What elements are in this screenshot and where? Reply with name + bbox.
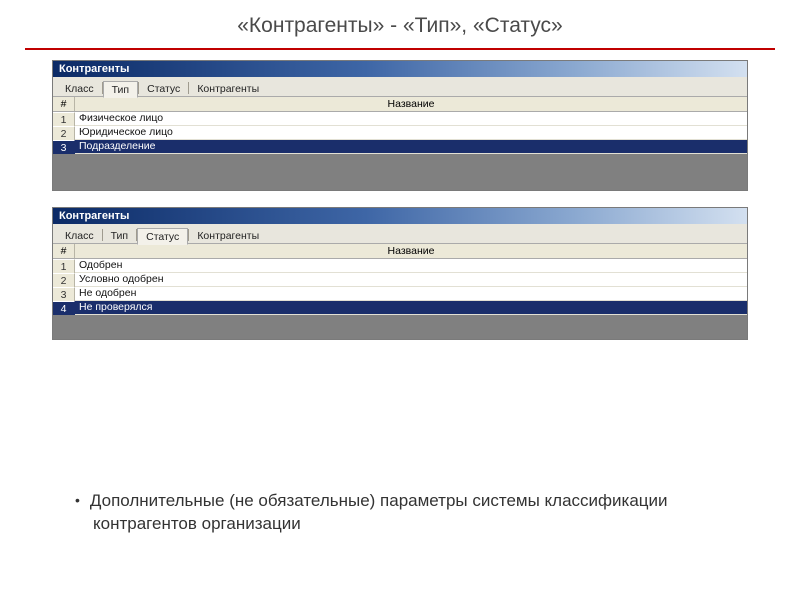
bullet-text: Дополнительные (не обязательные) парамет… [75,490,740,536]
tab-тип[interactable]: Тип [103,228,137,243]
row-index: 2 [53,273,75,287]
col-index: # [53,244,75,258]
table-row[interactable]: 1Физическое лицо [53,112,747,126]
slide-title: «Контрагенты» - «Тип», «Статус» [0,0,800,48]
col-index: # [53,97,75,111]
row-index: 3 [53,140,75,154]
table-row[interactable]: 3Подразделение [53,140,747,154]
tab-тип[interactable]: Тип [103,81,139,98]
row-name: Физическое лицо [75,112,747,126]
row-name: Подразделение [75,140,747,154]
table-row[interactable]: 3Не одобрен [53,287,747,301]
col-name: Название [75,97,747,111]
row-name: Юридическое лицо [75,126,747,140]
row-name: Не проверялся [75,301,747,315]
table-row[interactable]: 2Юридическое лицо [53,126,747,140]
grid-header: #Название [53,244,747,259]
row-index: 3 [53,287,75,301]
grid-body: 1Одобрен2Условно одобрен3Не одобрен4Не п… [53,259,747,315]
panel: КонтрагентыКлассТипСтатусКонтрагенты#Наз… [52,207,748,340]
grid-header: #Название [53,97,747,112]
tab-статус[interactable]: Статус [137,228,188,245]
grid-body: 1Физическое лицо2Юридическое лицо3Подраз… [53,112,747,154]
row-name: Одобрен [75,259,747,273]
tab-bar: КлассТипСтатусКонтрагенты [53,77,747,97]
grid-empty-area [53,315,747,339]
tab-контрагенты[interactable]: Контрагенты [189,81,267,96]
row-index: 4 [53,301,75,315]
tab-класс[interactable]: Класс [57,81,102,96]
row-index: 1 [53,259,75,273]
tab-bar: КлассТипСтатусКонтрагенты [53,224,747,244]
table-row[interactable]: 4Не проверялся [53,301,747,315]
panel-title: Контрагенты [53,61,747,77]
row-index: 1 [53,112,75,126]
tab-класс[interactable]: Класс [57,228,102,243]
panel: КонтрагентыКлассТипСтатусКонтрагенты#Наз… [52,60,748,191]
divider [25,48,775,50]
grid-empty-area [53,154,747,190]
tab-контрагенты[interactable]: Контрагенты [189,228,267,243]
tab-статус[interactable]: Статус [139,81,188,96]
table-row[interactable]: 2Условно одобрен [53,273,747,287]
table-row[interactable]: 1Одобрен [53,259,747,273]
col-name: Название [75,244,747,258]
panel-title: Контрагенты [53,208,747,224]
row-name: Условно одобрен [75,273,747,287]
slide-notes: Дополнительные (не обязательные) парамет… [75,490,740,536]
row-name: Не одобрен [75,287,747,301]
row-index: 2 [53,126,75,140]
